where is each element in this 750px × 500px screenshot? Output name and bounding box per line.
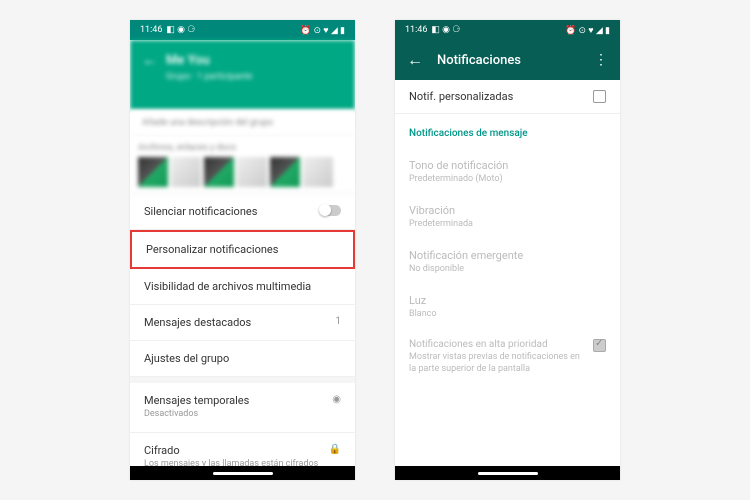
lock-icon: 🔒 bbox=[329, 444, 341, 455]
priority-sub: Mostrar vistas previas de notificaciones… bbox=[409, 352, 585, 375]
custom-label: Notif. personalizadas bbox=[409, 90, 513, 103]
media-thumbnails bbox=[138, 157, 347, 187]
status-bar: 11:46 ◧ ◉ ⚆ ⏰ ⊙ ♥ ◢ ▮ bbox=[130, 20, 355, 40]
popup-notification-row: Notificación emergente No disponible bbox=[395, 239, 620, 284]
visibility-label: Visibilidad de archivos multimedia bbox=[144, 280, 341, 293]
android-nav-bar bbox=[130, 466, 355, 480]
temp-title: Mensajes temporales bbox=[144, 394, 322, 407]
mute-toggle[interactable] bbox=[319, 205, 341, 216]
notifications-header: ← Notificaciones ⋮ bbox=[395, 40, 620, 80]
media-visibility-row[interactable]: Visibilidad de archivos multimedia bbox=[130, 269, 355, 305]
temp-sub: Desactivados bbox=[144, 409, 322, 421]
header-title: Notificaciones bbox=[437, 53, 594, 68]
media-thumb[interactable] bbox=[270, 157, 300, 187]
mute-label: Silenciar notificaciones bbox=[144, 205, 319, 218]
status-icons-left: ◧ ◉ ⚆ bbox=[166, 25, 195, 35]
light-row: Luz Blanco bbox=[395, 284, 620, 329]
group-settings-row[interactable]: Ajustes del grupo bbox=[130, 341, 355, 377]
disappearing-messages-row[interactable]: Mensajes temporales Desactivados ◉ bbox=[130, 383, 355, 433]
android-nav-bar bbox=[395, 466, 620, 480]
vib-title: Vibración bbox=[409, 204, 606, 217]
encryption-row[interactable]: Cifrado Los mensajes y las llamadas está… bbox=[130, 433, 355, 466]
priority-checkbox bbox=[593, 339, 606, 352]
media-label: Archivos, enlaces y docs bbox=[138, 143, 347, 153]
vib-sub: Predeterminada bbox=[409, 219, 606, 229]
phone-notifications: 11:46 ◧ ◉ ⚆ ⏰ ⊙ ♥ ◢ ▮ ← Notificaciones ⋮… bbox=[395, 20, 620, 480]
notification-settings-list: Notif. personalizadas Notificaciones de … bbox=[395, 80, 620, 466]
notification-tone-row: Tono de notificación Predeterminado (Mot… bbox=[395, 149, 620, 194]
status-time: 11:46 bbox=[140, 25, 162, 35]
group-description-hint[interactable]: Añade una descripción del grupo bbox=[130, 110, 355, 137]
media-thumb[interactable] bbox=[237, 157, 267, 187]
settings-list: Silenciar notificaciones Personalizar no… bbox=[130, 194, 355, 466]
status-icons-right: ⏰ ⊙ ♥ ◢ ▮ bbox=[300, 25, 345, 36]
starred-messages-row[interactable]: Mensajes destacados 1 bbox=[130, 305, 355, 341]
media-thumb[interactable] bbox=[204, 157, 234, 187]
tone-sub: Predeterminado (Moto) bbox=[409, 174, 606, 184]
cipher-title: Cifrado bbox=[144, 444, 319, 457]
media-thumb[interactable] bbox=[171, 157, 201, 187]
custom-checkbox[interactable] bbox=[593, 90, 606, 103]
status-time: 11:46 bbox=[405, 25, 427, 35]
popup-sub: No disponible bbox=[409, 264, 606, 274]
popup-title: Notificación emergente bbox=[409, 249, 606, 262]
customize-notifications-row[interactable]: Personalizar notificaciones bbox=[130, 230, 355, 269]
group-header: ← Me You Grupo · 1 participante bbox=[130, 40, 355, 110]
back-icon[interactable]: ← bbox=[142, 50, 158, 70]
vibration-row: Vibración Predeterminada bbox=[395, 194, 620, 239]
back-icon[interactable]: ← bbox=[407, 50, 423, 70]
light-sub: Blanco bbox=[409, 309, 606, 319]
customize-label: Personalizar notificaciones bbox=[146, 243, 339, 256]
status-icons-left: ◧ ◉ ⚆ bbox=[431, 25, 460, 35]
group-name: Me You bbox=[166, 53, 210, 68]
timer-icon: ◉ bbox=[332, 394, 341, 405]
media-section[interactable]: Archivos, enlaces y docs bbox=[130, 137, 355, 194]
starred-count: 1 bbox=[335, 316, 341, 327]
status-bar: 11:46 ◧ ◉ ⚆ ⏰ ⊙ ♥ ◢ ▮ bbox=[395, 20, 620, 40]
starred-label: Mensajes destacados bbox=[144, 316, 325, 329]
high-priority-row: Notificaciones en alta prioridad Mostrar… bbox=[395, 329, 620, 385]
custom-notifications-row[interactable]: Notif. personalizadas bbox=[395, 80, 620, 114]
media-thumb[interactable] bbox=[303, 157, 333, 187]
group-subtitle: Grupo · 1 participante bbox=[166, 72, 343, 82]
media-thumb[interactable] bbox=[138, 157, 168, 187]
overflow-icon[interactable]: ⋮ bbox=[594, 52, 608, 68]
nav-pill[interactable] bbox=[213, 472, 273, 475]
status-icons-right: ⏰ ⊙ ♥ ◢ ▮ bbox=[565, 25, 610, 36]
message-notifications-section: Notificaciones de mensaje bbox=[395, 114, 620, 149]
priority-title: Notificaciones en alta prioridad bbox=[409, 339, 585, 350]
mute-notifications-row[interactable]: Silenciar notificaciones bbox=[130, 194, 355, 230]
phone-group-info: 11:46 ◧ ◉ ⚆ ⏰ ⊙ ♥ ◢ ▮ ← Me You Grupo · 1… bbox=[130, 20, 355, 480]
tone-title: Tono de notificación bbox=[409, 159, 606, 172]
light-title: Luz bbox=[409, 294, 606, 307]
nav-pill[interactable] bbox=[478, 472, 538, 475]
group-settings-label: Ajustes del grupo bbox=[144, 352, 341, 365]
cipher-sub: Los mensajes y las llamadas están cifrad… bbox=[144, 459, 319, 466]
